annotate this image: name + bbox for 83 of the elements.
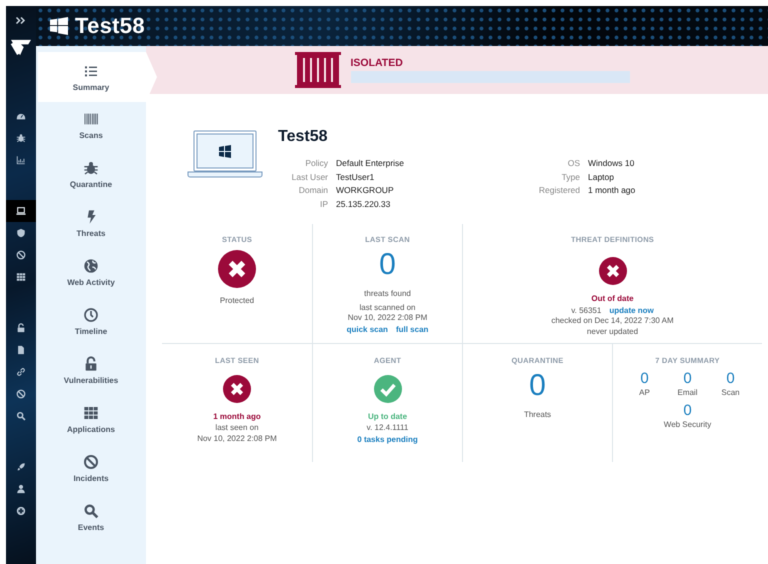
grid-icon bbox=[83, 405, 99, 421]
stat-label: Web Security bbox=[664, 419, 712, 430]
action-link[interactable]: 0 tasks pending bbox=[357, 434, 418, 444]
sidebar-item[interactable]: Web Activity bbox=[36, 248, 146, 297]
status-text: Up to date bbox=[368, 411, 408, 423]
barcode-icon bbox=[83, 111, 99, 127]
card-text: checked on Dec 14, 2022 7:30 AM bbox=[551, 316, 674, 326]
bug-icon bbox=[83, 160, 99, 176]
card-text: v. 12.4.1111 bbox=[366, 423, 408, 434]
globe-icon bbox=[83, 258, 99, 274]
page-title: Test58 bbox=[75, 13, 145, 39]
count-value: 0 bbox=[379, 249, 396, 281]
search-icon bbox=[83, 503, 99, 519]
card-text: Nov 10, 2022 2:08 PM bbox=[197, 434, 277, 444]
bug-icon bbox=[16, 133, 26, 143]
ban-icon bbox=[83, 454, 99, 470]
detail-value: TestUser1 bbox=[336, 170, 376, 184]
action-link[interactable]: full scan bbox=[396, 324, 428, 334]
sidebar-item[interactable]: Summary bbox=[38, 52, 157, 102]
rail-button[interactable] bbox=[6, 200, 36, 222]
lock-icon bbox=[16, 323, 26, 333]
sidebar-item[interactable]: Applications bbox=[36, 395, 146, 444]
device-name: Test58 bbox=[278, 128, 329, 146]
sidebar-item[interactable]: Events bbox=[36, 493, 146, 542]
file-icon bbox=[16, 345, 26, 355]
detail-value: Default Enterprise bbox=[336, 157, 406, 170]
container-icon bbox=[294, 52, 340, 88]
link-icon bbox=[16, 367, 26, 377]
stat-label: Email bbox=[677, 387, 698, 398]
stat-label: Scan bbox=[721, 387, 740, 398]
detail-label: IP bbox=[318, 198, 328, 210]
search-icon bbox=[16, 411, 26, 421]
expand-icon[interactable] bbox=[15, 16, 27, 25]
card-text: Nov 10, 2022 2:08 PM bbox=[348, 313, 428, 324]
stat-label: AP bbox=[639, 387, 650, 398]
detail-value: 25.135.220.33 bbox=[336, 198, 392, 210]
sidebar-item[interactable]: Incidents bbox=[36, 444, 146, 493]
laptop-icon bbox=[187, 130, 263, 178]
card-text: Threats bbox=[524, 410, 552, 420]
laptop-icon bbox=[16, 206, 26, 216]
card-text: v. 56351 bbox=[571, 305, 602, 316]
sidebar-item[interactable]: Quarantine bbox=[36, 150, 146, 199]
action-link[interactable]: quick scan bbox=[346, 324, 388, 334]
grid-icon bbox=[16, 272, 26, 282]
detail-label: Type bbox=[560, 170, 580, 184]
detail-value: WORKGROUP bbox=[336, 184, 395, 197]
sidebar-item[interactable]: Scans bbox=[36, 101, 146, 150]
gauge-icon bbox=[16, 111, 26, 121]
card-text: last seen on bbox=[215, 423, 259, 434]
detail-label: OS bbox=[566, 157, 580, 170]
detail-label: Policy bbox=[304, 157, 328, 170]
sidebar-item[interactable]: Timeline bbox=[36, 297, 146, 346]
count-value: 0 bbox=[683, 370, 692, 387]
isolation-status: ISOLATED bbox=[350, 57, 404, 69]
ban-icon bbox=[16, 389, 26, 399]
sidebar-item[interactable]: Vulnerabilities bbox=[36, 346, 146, 395]
card-text: threats found bbox=[364, 289, 411, 300]
count-value: 0 bbox=[529, 370, 546, 402]
ban-icon bbox=[16, 250, 26, 260]
detail-label: Last User bbox=[290, 170, 328, 184]
count-value: 0 bbox=[683, 402, 692, 419]
shield-icon bbox=[16, 228, 26, 238]
logo-icon bbox=[10, 38, 32, 58]
unlock-icon bbox=[83, 356, 99, 372]
clock-icon bbox=[83, 307, 99, 323]
lifebuoy-icon bbox=[16, 506, 26, 516]
detail-value: Windows 10 bbox=[588, 157, 636, 170]
sidebar-item[interactable]: Threats bbox=[36, 199, 146, 248]
count-value: 0 bbox=[726, 370, 735, 387]
detail-label: Domain bbox=[298, 184, 328, 197]
action-link[interactable]: update now bbox=[609, 305, 654, 316]
status-text: 1 month ago bbox=[213, 411, 261, 423]
card-text: never updated bbox=[586, 326, 638, 337]
status-text: Out of date bbox=[591, 293, 634, 305]
detail-value: Laptop bbox=[588, 170, 615, 184]
detail-value: 1 month ago bbox=[588, 184, 636, 197]
chart-icon bbox=[16, 155, 26, 165]
card-text: last scanned on bbox=[359, 302, 416, 313]
user-icon bbox=[16, 484, 26, 494]
detail-label: Registered bbox=[538, 184, 580, 197]
card-text: Protected bbox=[220, 296, 254, 306]
count-value: 0 bbox=[640, 370, 649, 387]
windows-icon bbox=[50, 17, 68, 35]
